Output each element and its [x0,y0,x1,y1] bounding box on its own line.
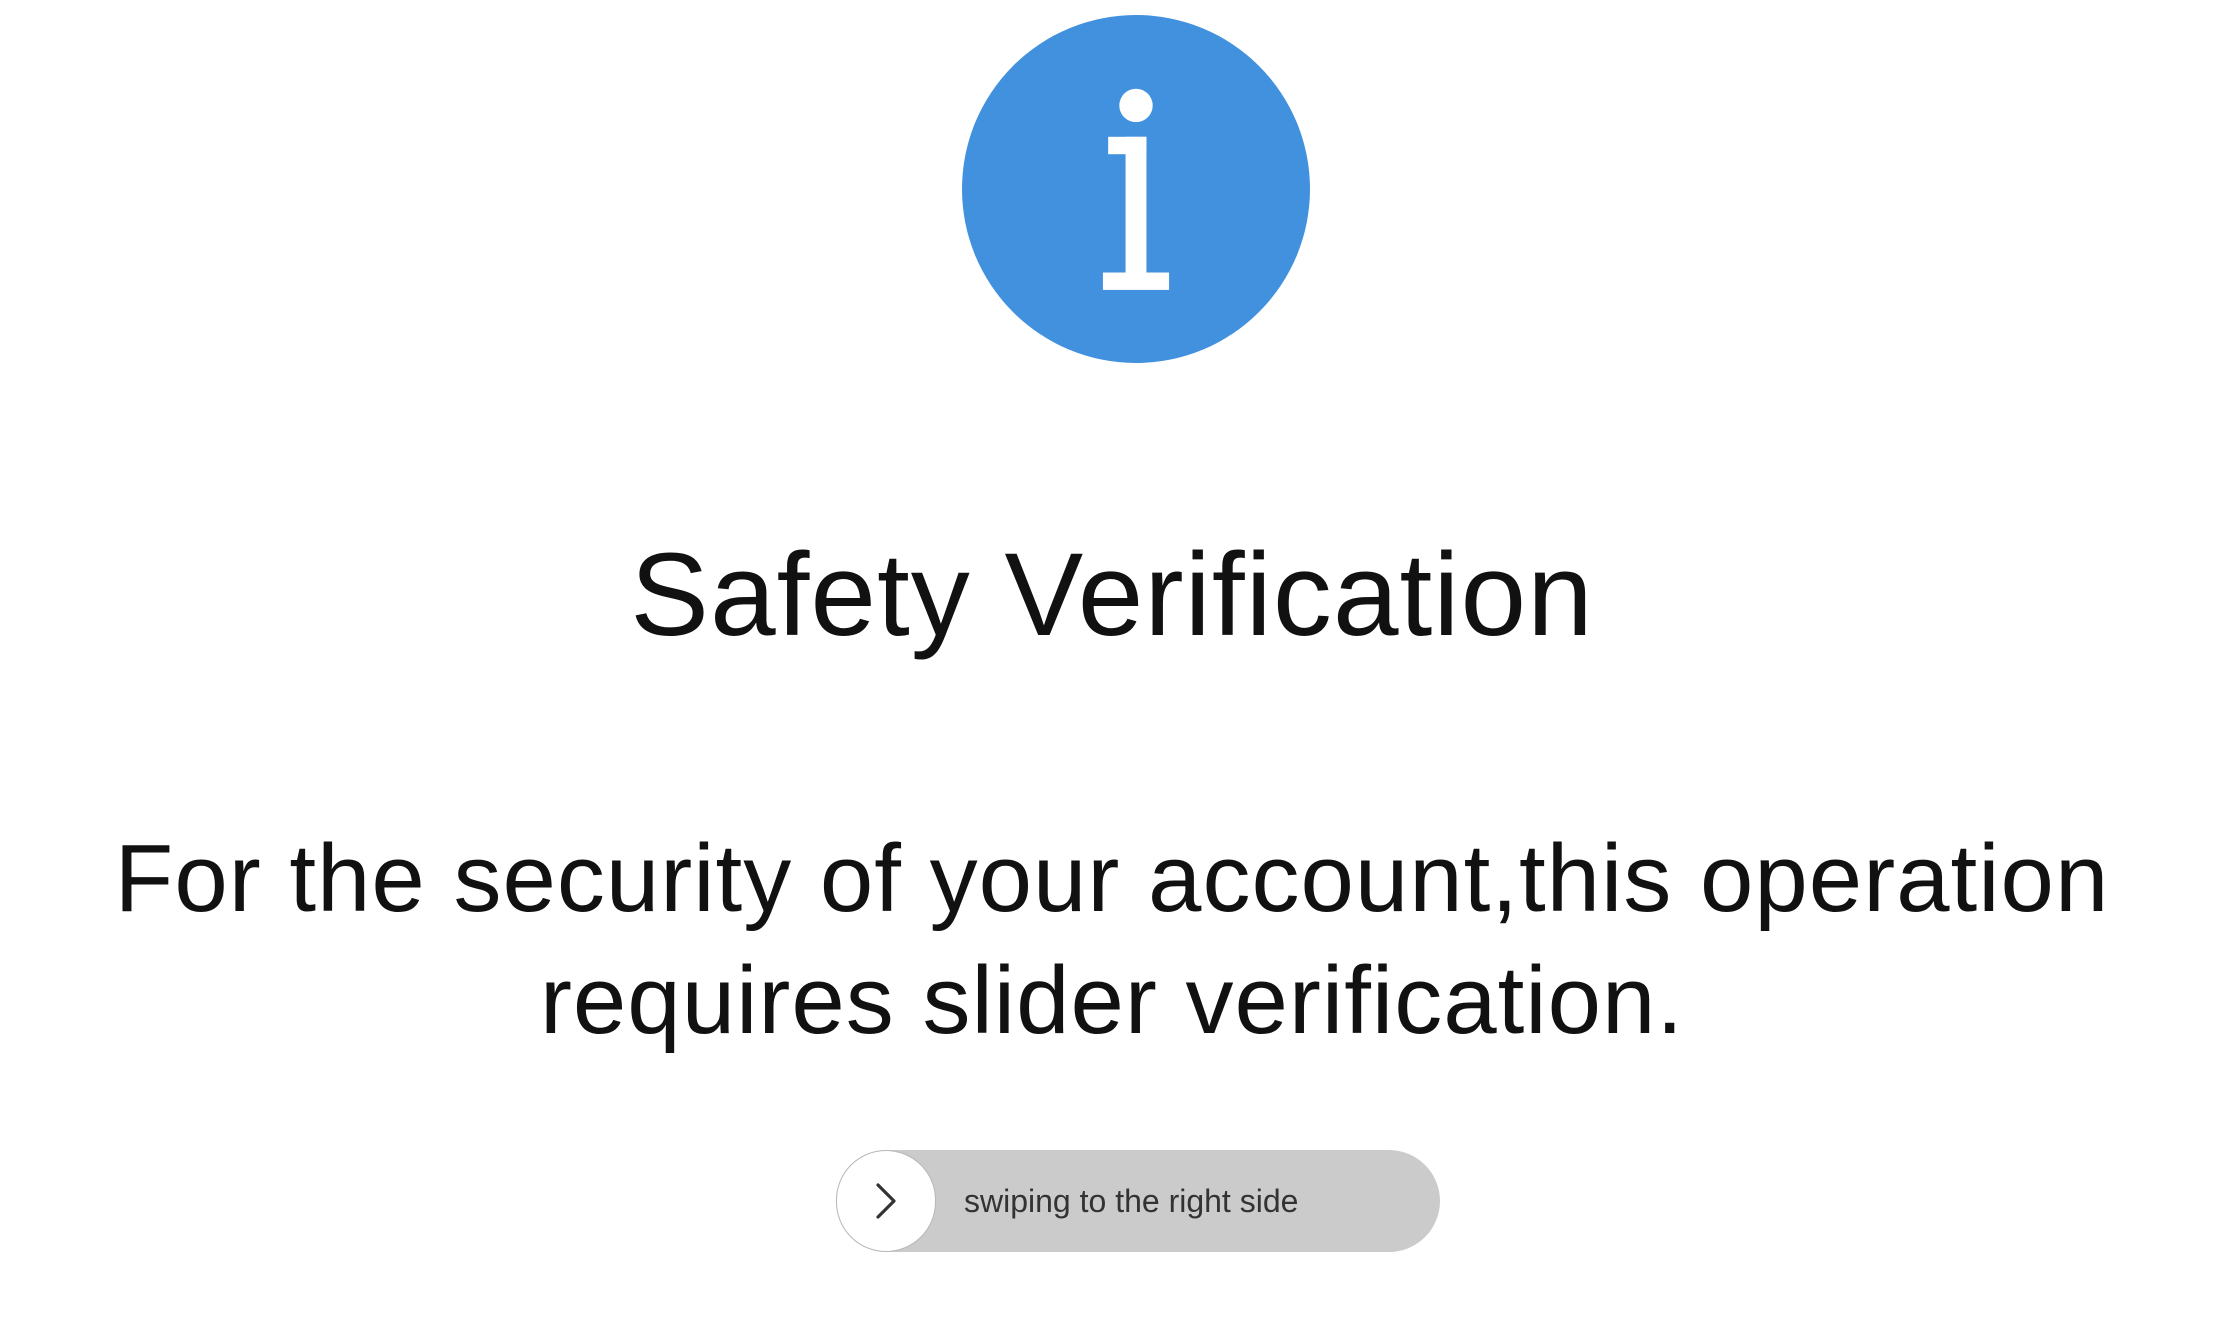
verification-page: Safety Verification For the security of … [0,0,2224,1326]
chevron-right-icon [876,1183,896,1219]
page-title: Safety Verification [630,529,1594,661]
verification-slider[interactable]: swiping to the right side [836,1150,1440,1252]
slider-handle[interactable] [836,1150,936,1252]
info-icon [962,15,1310,363]
slider-label: swiping to the right side [964,1183,1299,1219]
verification-message: For the security of your account,this op… [114,825,2110,1054]
